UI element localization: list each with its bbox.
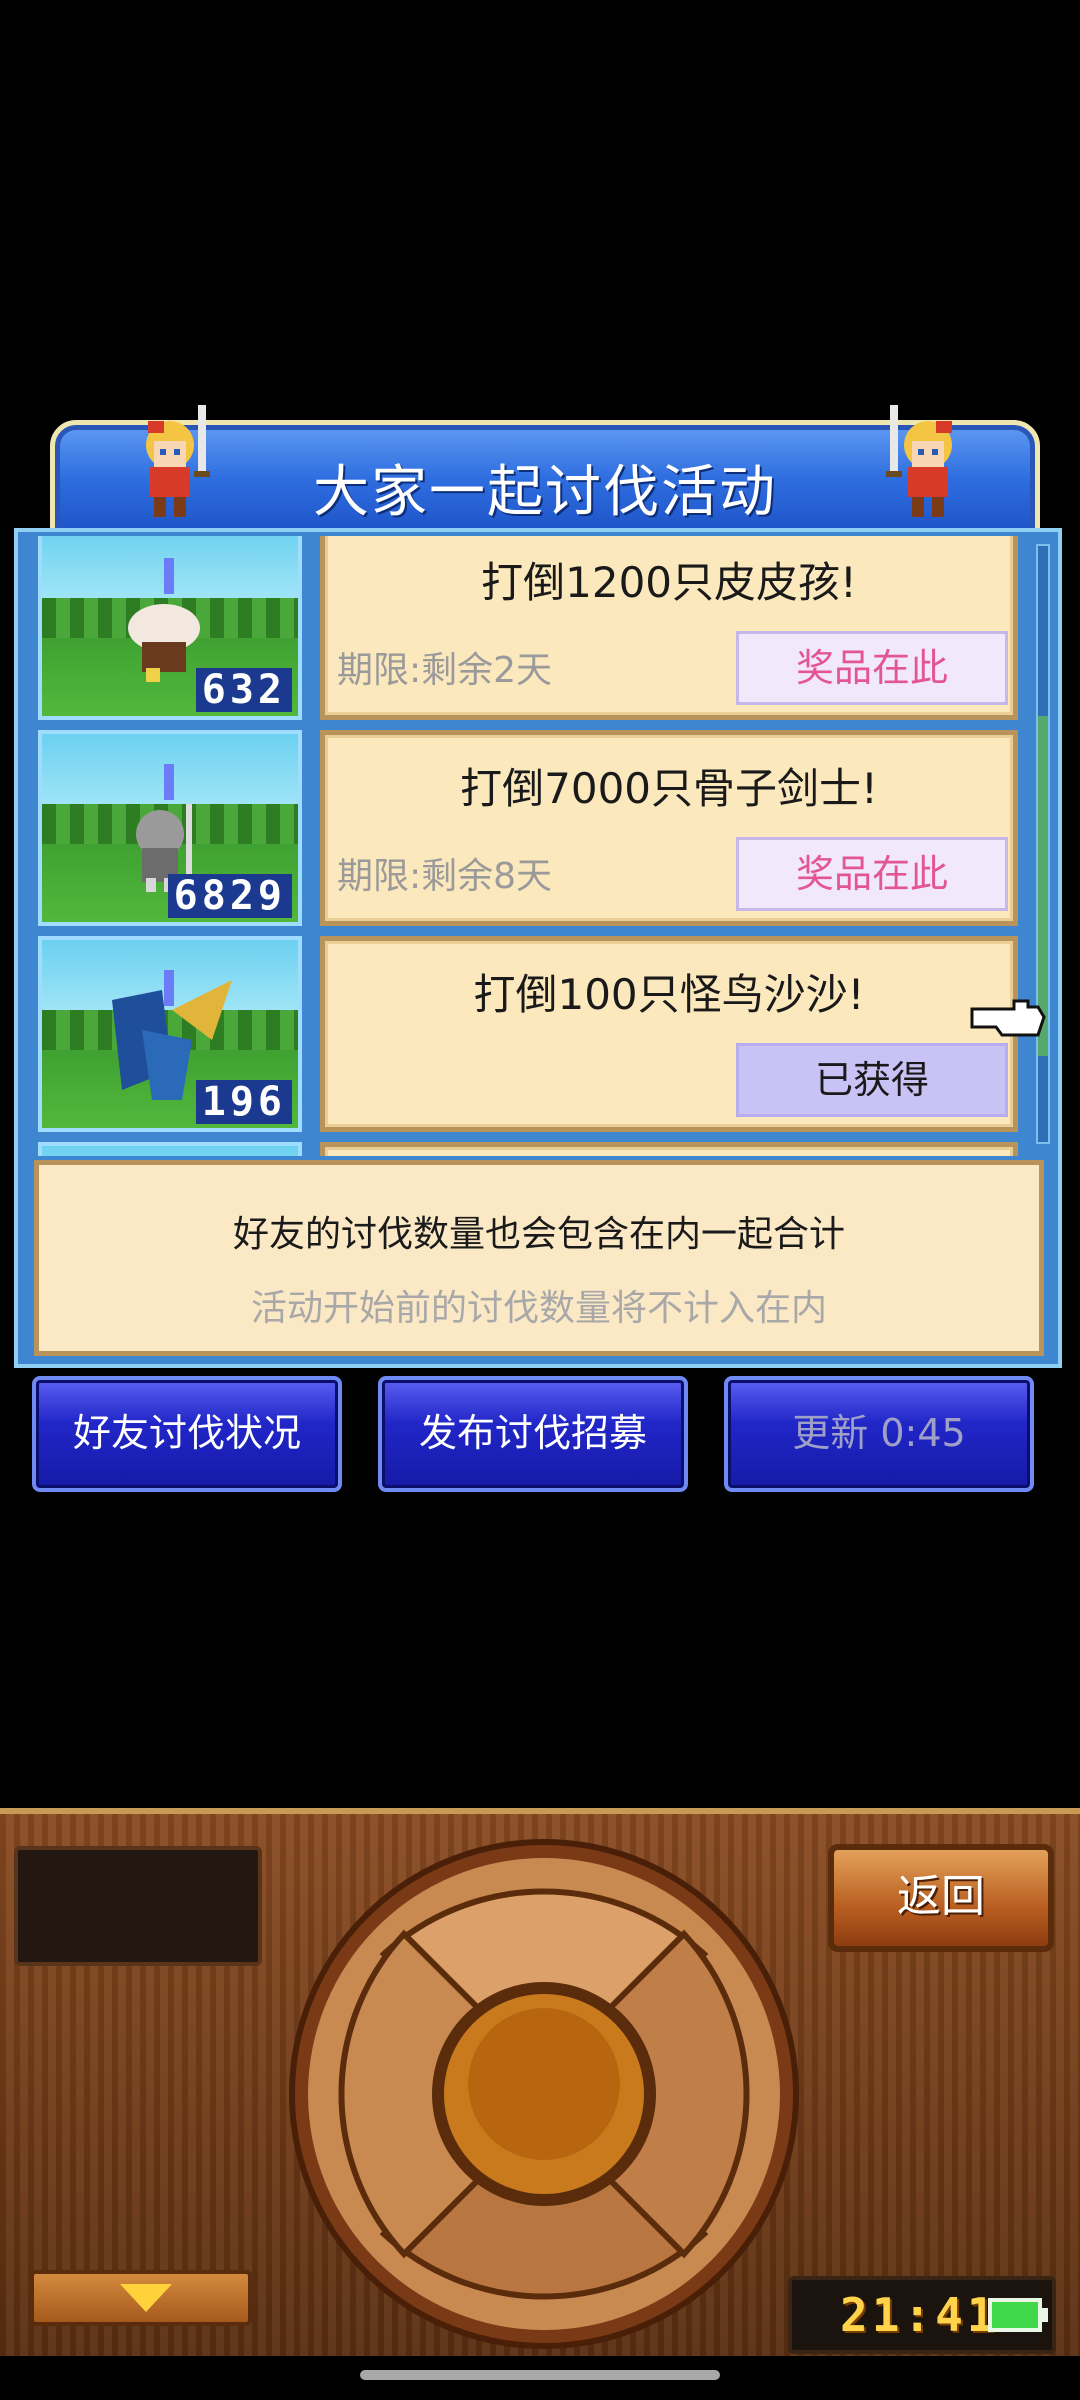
- kill-count: 632: [195, 668, 292, 712]
- quest-row: 632 打倒1200只皮皮孩! 期限:剩余2天 奖品在此: [38, 536, 1028, 724]
- quest-thumbnail: 632: [38, 536, 302, 720]
- post-recruit-button[interactable]: 发布讨伐招募: [378, 1376, 688, 1492]
- quest-row: 196 打倒100只怪鸟沙沙! 已获得: [38, 936, 1028, 1136]
- back-button[interactable]: 返回: [828, 1844, 1054, 1952]
- info-sub-text: 活动开始前的讨伐数量将不计入在内: [250, 1288, 827, 1329]
- quest-card: 打倒100只怪鸟沙沙! 已获得: [320, 936, 1018, 1132]
- prize-button[interactable]: 奖品在此: [736, 837, 1008, 911]
- game-controller: 返回 21:41: [0, 1808, 1080, 2356]
- quest-goal: 打倒7000只骨子剑士!: [460, 764, 878, 813]
- status-display: 21:41: [788, 2276, 1056, 2354]
- quest-thumbnail: 196: [38, 936, 302, 1132]
- quest-card: 打倒1200只皮皮孩! 期限:剩余2天 奖品在此: [320, 536, 1018, 720]
- quest-goal: 打倒100只怪鸟沙沙!: [473, 970, 865, 1019]
- refresh-button[interactable]: 更新 0:45: [724, 1376, 1034, 1492]
- home-indicator[interactable]: [360, 2370, 720, 2380]
- battery-icon: [988, 2298, 1048, 2332]
- hand-pointer-icon: [970, 999, 1046, 1037]
- hero-sprite-right-icon: [886, 405, 952, 517]
- info-box: 好友的讨伐数量也会包含在内一起合计 活动开始前的讨伐数量将不计入在内: [34, 1160, 1044, 1356]
- menu-toggle-button[interactable]: [30, 2270, 252, 2326]
- quest-list[interactable]: 632 打倒1200只皮皮孩! 期限:剩余2天 奖品在此 6829 打倒7000…: [38, 536, 1028, 1156]
- claimed-button[interactable]: 已获得: [736, 1043, 1008, 1117]
- quest-thumbnail: [38, 1142, 302, 1156]
- quest-goal: 打倒1200只皮皮孩!: [481, 558, 857, 607]
- friend-status-button[interactable]: 好友讨伐状况: [32, 1376, 342, 1492]
- quest-panel: 632 打倒1200只皮皮孩! 期限:剩余2天 奖品在此 6829 打倒7000…: [14, 528, 1062, 1368]
- quest-row: 6829 打倒7000只骨子剑士! 期限:剩余8天 奖品在此: [38, 730, 1028, 930]
- prize-button[interactable]: 奖品在此: [736, 631, 1008, 705]
- quest-row: [38, 1142, 1028, 1156]
- kill-count: 196: [195, 1080, 292, 1124]
- chevron-down-icon: [120, 2284, 172, 2312]
- info-main-text: 好友的讨伐数量也会包含在内一起合计: [232, 1214, 845, 1255]
- quest-card: 打倒7000只骨子剑士! 期限:剩余8天 奖品在此: [320, 730, 1018, 926]
- quest-deadline: 期限:剩余2天: [337, 650, 553, 691]
- quest-list-scrollbar[interactable]: [1036, 544, 1050, 1144]
- kill-count: 6829: [167, 874, 292, 918]
- quest-thumbnail: 6829: [38, 730, 302, 926]
- game-clock: 21:41: [840, 2288, 999, 2342]
- quest-deadline: 期限:剩余8天: [337, 856, 553, 897]
- quest-card: [320, 1142, 1018, 1156]
- sub-screen: [14, 1846, 262, 1966]
- dpad[interactable]: [284, 1834, 804, 2354]
